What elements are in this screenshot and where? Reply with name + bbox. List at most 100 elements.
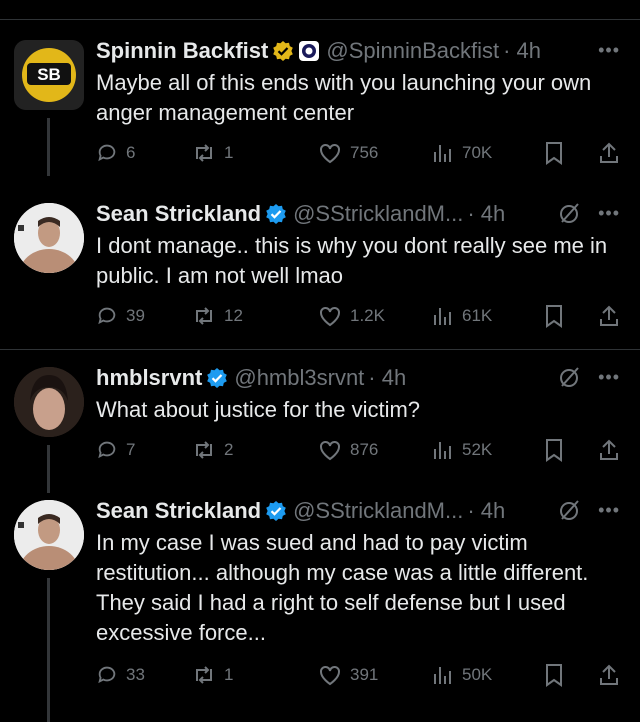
timestamp[interactable]: · 4h	[467, 498, 505, 524]
bookmark-button[interactable]	[544, 138, 564, 168]
view-count: 70K	[462, 143, 493, 162]
views-icon	[434, 667, 451, 684]
tweet-4[interactable]: Sean Strickland @SStricklandM... · 4h ••…	[0, 496, 640, 722]
verified-icon	[266, 501, 286, 521]
share-button[interactable]	[598, 301, 620, 331]
like-count: 391	[350, 665, 379, 684]
grok-icon[interactable]	[558, 365, 582, 389]
tweet-1[interactable]: SB Spinnin Backfist @SpinninBackfist · 4…	[0, 36, 640, 176]
handle[interactable]: @hmbl3srvnt	[234, 365, 364, 391]
like-button[interactable]: 756	[318, 138, 378, 168]
share-button[interactable]	[598, 138, 620, 168]
share-icon	[600, 142, 618, 163]
view-count: 50K	[462, 665, 493, 684]
heart-icon	[320, 440, 340, 461]
timestamp[interactable]: · 4h	[368, 365, 406, 391]
like-button[interactable]: 1.2K	[318, 301, 385, 331]
reply-button[interactable]: 33	[96, 660, 145, 690]
timestamp[interactable]: · 4h	[467, 201, 505, 227]
more-options-icon[interactable]: •••	[598, 367, 620, 388]
tweet-3[interactable]: hmblsrvnt @hmbl3srvnt · 4h ••• What abou…	[0, 363, 640, 493]
tweet-2[interactable]: Sean Strickland @SStricklandM... · 4h ••…	[0, 199, 640, 339]
tweet-header: hmblsrvnt @hmbl3srvnt · 4h	[96, 363, 406, 393]
display-name[interactable]: hmblsrvnt	[96, 365, 202, 391]
share-button[interactable]	[598, 435, 620, 465]
like-count: 756	[350, 143, 379, 162]
bookmark-icon	[546, 142, 562, 165]
handle[interactable]: @SpinninBackfist	[326, 38, 499, 64]
thread-line	[47, 118, 50, 176]
bookmark-button[interactable]	[544, 660, 564, 690]
bookmark-button[interactable]	[544, 301, 564, 331]
views-icon	[434, 145, 451, 162]
view-count: 61K	[462, 306, 493, 325]
share-icon	[600, 439, 618, 460]
like-count: 876	[350, 440, 379, 459]
repost-count: 12	[224, 306, 243, 325]
reply-button[interactable]: 7	[96, 435, 135, 465]
tweet-text: I dont manage.. this is why you dont rea…	[96, 233, 608, 288]
reply-icon	[98, 307, 116, 325]
more-options-icon[interactable]: •••	[598, 40, 620, 61]
tweet-actions: 7 2 876 52K	[96, 435, 626, 465]
views-button[interactable]: 52K	[432, 435, 492, 465]
like-button[interactable]: 876	[318, 435, 378, 465]
reply-button[interactable]: 6	[96, 138, 135, 168]
like-button[interactable]: 391	[318, 660, 378, 690]
repost-count: 2	[224, 440, 234, 459]
tweet-actions: 33 1 391 50K	[96, 660, 626, 690]
views-icon	[434, 308, 451, 325]
share-icon	[600, 305, 618, 326]
grok-icon[interactable]	[558, 201, 582, 225]
profile-photo	[14, 203, 84, 273]
verified-icon	[207, 368, 228, 388]
avatar-sean-strickland[interactable]	[14, 203, 84, 273]
grok-icon[interactable]	[558, 498, 582, 522]
display-name[interactable]: Sean Strickland	[96, 201, 261, 227]
reply-icon	[98, 441, 116, 459]
handle[interactable]: @SStricklandM...	[293, 201, 463, 227]
view-count: 52K	[462, 440, 493, 459]
repost-button[interactable]: 1	[192, 660, 233, 690]
thread-line	[47, 578, 50, 722]
tweet-header: Spinnin Backfist @SpinninBackfist · 4h	[96, 36, 541, 66]
tweet-actions: 39 12 1.2K 61K	[96, 301, 626, 331]
verified-icon	[266, 204, 286, 224]
svg-text:SB: SB	[37, 65, 61, 84]
share-button[interactable]	[598, 660, 620, 690]
bookmark-icon	[546, 664, 562, 687]
repost-button[interactable]: 1	[192, 138, 233, 168]
repost-button[interactable]: 2	[192, 435, 233, 465]
repost-icon	[196, 144, 212, 162]
handle[interactable]: @SStricklandM...	[293, 498, 463, 524]
avatar-spinnin-backfist[interactable]: SB	[14, 40, 84, 110]
top-divider	[0, 19, 640, 20]
sb-logo-icon: SB	[14, 40, 84, 110]
repost-button[interactable]: 12	[192, 301, 243, 331]
views-button[interactable]: 61K	[432, 301, 492, 331]
timestamp[interactable]: · 4h	[503, 38, 541, 64]
avatar-hmblsrvnt[interactable]	[14, 367, 84, 437]
repost-count: 1	[224, 665, 234, 684]
profile-photo	[14, 500, 84, 570]
views-button[interactable]: 50K	[432, 660, 492, 690]
verified-gold-icon	[273, 41, 294, 61]
reply-button[interactable]: 39	[96, 301, 145, 331]
share-icon	[600, 664, 618, 685]
display-name[interactable]: Sean Strickland	[96, 498, 261, 524]
reply-count: 6	[126, 143, 136, 162]
more-options-icon[interactable]: •••	[598, 500, 620, 521]
avatar-sean-strickland[interactable]	[14, 500, 84, 570]
repost-icon	[196, 666, 212, 684]
views-icon	[434, 442, 451, 459]
bookmark-button[interactable]	[544, 435, 564, 465]
thread-line	[47, 445, 50, 493]
repost-icon	[196, 441, 212, 459]
views-button[interactable]: 70K	[432, 138, 492, 168]
display-name[interactable]: Spinnin Backfist	[96, 38, 268, 64]
more-options-icon[interactable]: •••	[598, 203, 620, 224]
reply-count: 7	[126, 440, 136, 459]
profile-photo	[14, 367, 84, 437]
bookmark-icon	[546, 439, 562, 462]
reply-count: 33	[126, 665, 145, 684]
